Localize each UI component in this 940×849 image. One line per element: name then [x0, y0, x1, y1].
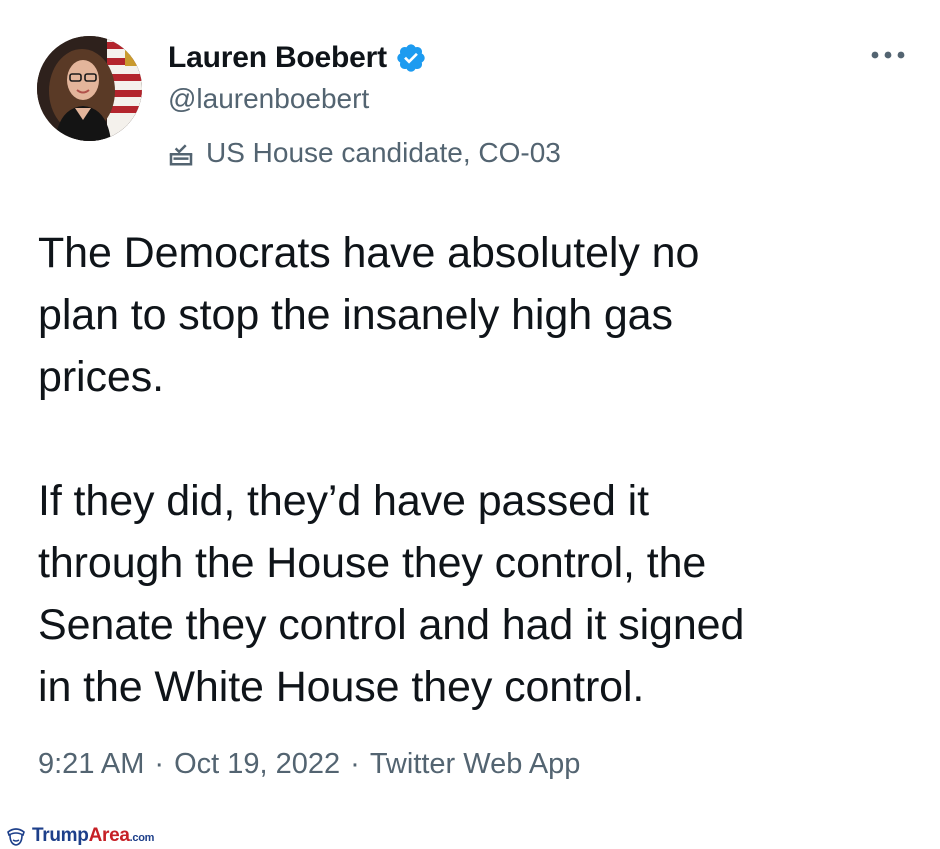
tweet-time[interactable]: 9:21 AM — [38, 748, 144, 781]
watermark-brand-suffix: .com — [129, 831, 155, 844]
author-affiliation-label: US House candidate, CO-03 — [206, 137, 561, 168]
verified-badge-icon — [395, 42, 427, 74]
tweet-paragraph: If they did, they’d have passed it throu… — [38, 477, 745, 711]
tweet-meta: 9:21 AM · Oct 19, 2022 · Twitter Web App — [38, 748, 580, 781]
author-name-row: Lauren Boebert — [168, 40, 427, 76]
author-label-row: US House candidate, CO-03 — [166, 135, 561, 171]
watermark-brand-main: Trump — [32, 824, 89, 846]
meta-separator: · — [350, 748, 360, 780]
more-options-button[interactable] — [866, 40, 910, 70]
tweet-card: Lauren Boebert @laurenboebert US House c… — [0, 0, 940, 849]
tweet-source[interactable]: Twitter Web App — [370, 748, 581, 781]
ballot-box-icon — [166, 138, 196, 168]
author-display-name[interactable]: Lauren Boebert — [168, 41, 387, 75]
more-dots-icon — [871, 51, 905, 59]
watermark-brand-accent: Area — [88, 824, 130, 846]
tweet-body: The Democrats have absolutely no plan to… — [38, 222, 918, 718]
meta-separator: · — [154, 748, 165, 780]
tweet-date[interactable]: Oct 19, 2022 — [174, 748, 340, 781]
avatar[interactable] — [37, 36, 142, 141]
tweet-paragraph: The Democrats have absolutely no plan to… — [38, 229, 700, 401]
trump-area-logo-icon — [7, 827, 25, 846]
watermark-text: TrumpArea.com — [32, 825, 154, 847]
author-handle[interactable]: @laurenboebert — [168, 83, 369, 115]
watermark: TrumpArea.com — [0, 822, 215, 849]
